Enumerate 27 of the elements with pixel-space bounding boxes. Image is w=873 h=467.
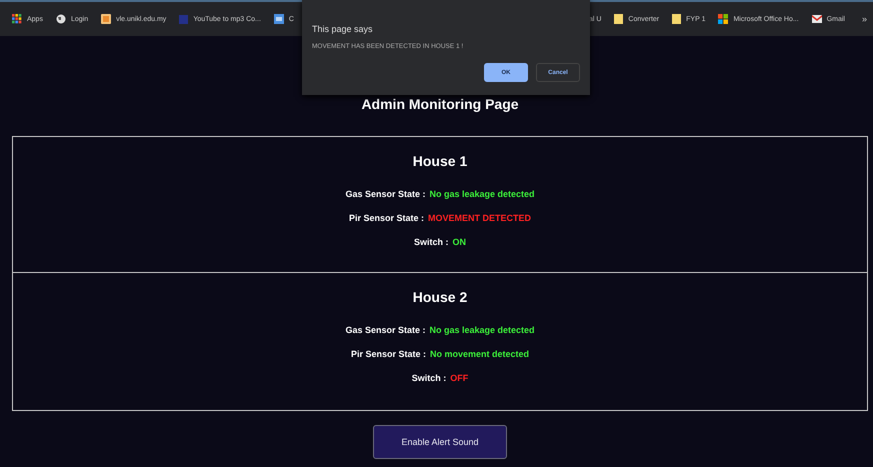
folder-icon [672,14,682,24]
alert-sound-button[interactable]: Enable Alert Sound [373,425,507,459]
image-icon [101,14,112,24]
sensor-label: Pir Sensor State : [350,349,426,359]
house-title: House 2 [412,289,468,305]
globe-icon [56,14,66,24]
sensor-status: No movement detected [430,349,530,359]
sensor-label: Pir Sensor State : [348,213,424,223]
page-title: Admin Monitoring Page [361,96,519,112]
folder-icon [614,14,624,24]
mail-icon [812,15,822,23]
sensor-status: No gas leakage detected [429,325,535,335]
sensor-status: ON [452,237,466,247]
sensor-status: No gas leakage detected [429,189,535,199]
square-icon [179,14,188,24]
sensor-label: Switch : [412,373,446,383]
dialog-title: This page says [312,24,374,34]
document-icon [274,14,284,24]
windows-logo-icon [718,14,728,24]
sensor-label: Gas Sensor State : [345,189,426,199]
sensor-status: OFF [450,373,468,383]
apps-grid-icon [12,14,22,24]
sensor-status: MOVEMENT DETECTED [428,213,532,223]
house-title: House 1 [412,153,468,169]
sensor-label: Switch : [414,237,448,247]
more-bookmarks-button[interactable]: » [862,14,867,24]
sensor-label: Gas Sensor State : [345,325,426,335]
